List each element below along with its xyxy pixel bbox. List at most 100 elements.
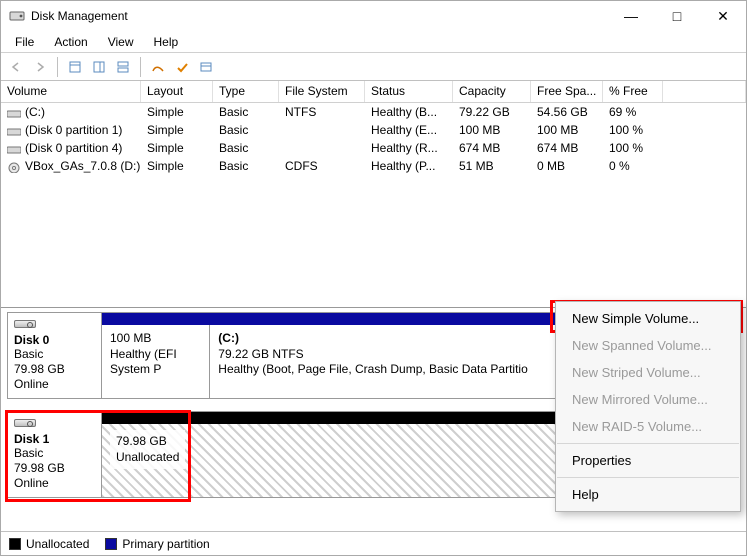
col-capacity[interactable]: Capacity: [453, 81, 531, 102]
cell-pct: 0 %: [603, 159, 663, 173]
partition-color-bar: [102, 313, 210, 325]
cell-fs: CDFS: [279, 159, 365, 173]
cell-type: Basic: [213, 141, 279, 155]
toolbar-button-6[interactable]: [195, 56, 217, 78]
cell-free: 674 MB: [531, 141, 603, 155]
close-button[interactable]: ✕: [700, 1, 746, 31]
menu-help[interactable]: Help: [144, 33, 189, 51]
maximize-button[interactable]: □: [654, 1, 700, 31]
disk-title: Disk 0: [14, 333, 95, 347]
cell-type: Basic: [213, 123, 279, 137]
cell-capacity: 51 MB: [453, 159, 531, 173]
disk-title: Disk 1: [14, 432, 95, 446]
toolbar-separator: [57, 57, 58, 77]
volume-name: VBox_GAs_7.0.8 (D:): [25, 159, 140, 173]
disk-info[interactable]: Disk 0 Basic 79.98 GB Online: [8, 313, 102, 398]
volume-row[interactable]: (C:) Simple Basic NTFS Healthy (B... 79.…: [1, 103, 746, 121]
window-title: Disk Management: [31, 9, 608, 23]
menuitem-new-spanned-volume: New Spanned Volume...: [556, 332, 740, 359]
disk-icon: [14, 320, 36, 328]
minimize-button[interactable]: —: [608, 1, 654, 31]
cell-capacity: 79.22 GB: [453, 105, 531, 119]
col-freespace[interactable]: Free Spa...: [531, 81, 603, 102]
context-menu-separator: [557, 443, 739, 444]
menuitem-properties[interactable]: Properties: [556, 447, 740, 474]
legend-item-primary: Primary partition: [105, 537, 209, 551]
drive-icon: [7, 144, 21, 154]
menuitem-new-striped-volume: New Striped Volume...: [556, 359, 740, 386]
legend: Unallocated Primary partition: [1, 531, 746, 555]
legend-label: Unallocated: [26, 537, 89, 551]
disk-info[interactable]: Disk 1 Basic 79.98 GB Online: [8, 412, 102, 497]
cell-fs: NTFS: [279, 105, 365, 119]
cell-layout: Simple: [141, 123, 213, 137]
cell-status: Healthy (R...: [365, 141, 453, 155]
col-type[interactable]: Type: [213, 81, 279, 102]
drive-icon: [7, 108, 21, 118]
disk-icon: [14, 419, 36, 427]
toolbar: [1, 53, 746, 81]
partition-box[interactable]: 100 MB Healthy (EFI System P: [102, 325, 210, 398]
menuitem-help[interactable]: Help: [556, 481, 740, 508]
cell-pct: 100 %: [603, 123, 663, 137]
cell-status: Healthy (B...: [365, 105, 453, 119]
partition-line2: Healthy (EFI System P: [110, 347, 201, 378]
col-status[interactable]: Status: [365, 81, 453, 102]
col-layout[interactable]: Layout: [141, 81, 213, 102]
cell-status: Healthy (P...: [365, 159, 453, 173]
col-volume[interactable]: Volume: [1, 81, 141, 102]
cell-capacity: 100 MB: [453, 123, 531, 137]
legend-item-unallocated: Unallocated: [9, 537, 89, 551]
app-icon: [9, 8, 25, 24]
menuitem-new-mirrored-volume: New Mirrored Volume...: [556, 386, 740, 413]
col-filesystem[interactable]: File System: [279, 81, 365, 102]
col-spacer: [663, 81, 746, 102]
volume-row[interactable]: VBox_GAs_7.0.8 (D:) Simple Basic CDFS He…: [1, 157, 746, 175]
partition-line2: Unallocated: [116, 450, 179, 466]
toolbar-button-5[interactable]: [171, 56, 193, 78]
back-button[interactable]: [5, 56, 27, 78]
volume-row[interactable]: (Disk 0 partition 1) Simple Basic Health…: [1, 121, 746, 139]
cell-free: 100 MB: [531, 123, 603, 137]
col-pctfree[interactable]: % Free: [603, 81, 663, 102]
cell-type: Basic: [213, 159, 279, 173]
cell-capacity: 674 MB: [453, 141, 531, 155]
toolbar-button-2[interactable]: [88, 56, 110, 78]
menu-action[interactable]: Action: [44, 33, 97, 51]
disk-state: Online: [14, 377, 95, 392]
menu-file[interactable]: File: [5, 33, 44, 51]
cell-pct: 69 %: [603, 105, 663, 119]
forward-button[interactable]: [29, 56, 51, 78]
cell-free: 54.56 GB: [531, 105, 603, 119]
disk-type: Basic: [14, 347, 95, 362]
titlebar: Disk Management — □ ✕: [1, 1, 746, 31]
toolbar-button-1[interactable]: [64, 56, 86, 78]
cell-layout: Simple: [141, 159, 213, 173]
menuitem-new-raid5-volume: New RAID-5 Volume...: [556, 413, 740, 440]
swatch-unallocated: [9, 538, 21, 550]
cell-layout: Simple: [141, 105, 213, 119]
toolbar-button-4[interactable]: [147, 56, 169, 78]
toolbar-separator: [140, 57, 141, 77]
menubar: File Action View Help: [1, 31, 746, 53]
toolbar-button-3[interactable]: [112, 56, 134, 78]
partition-line1: 100 MB: [110, 331, 201, 347]
menuitem-new-simple-volume[interactable]: New Simple Volume...: [556, 305, 740, 332]
volume-name: (Disk 0 partition 4): [25, 141, 122, 155]
disk-size: 79.98 GB: [14, 362, 95, 377]
cell-status: Healthy (E...: [365, 123, 453, 137]
legend-label: Primary partition: [122, 537, 209, 551]
volume-name: (C:): [25, 105, 45, 119]
context-menu-separator: [557, 477, 739, 478]
volume-row[interactable]: (Disk 0 partition 4) Simple Basic Health…: [1, 139, 746, 157]
menu-view[interactable]: View: [98, 33, 144, 51]
partition-line1: 79.98 GB: [116, 434, 179, 450]
volume-name: (Disk 0 partition 1): [25, 123, 122, 137]
disk-size: 79.98 GB: [14, 461, 95, 476]
cell-free: 0 MB: [531, 159, 603, 173]
disc-icon: [7, 162, 21, 172]
context-menu: New Simple Volume... New Spanned Volume.…: [555, 301, 741, 512]
column-headers: Volume Layout Type File System Status Ca…: [1, 81, 746, 103]
cell-layout: Simple: [141, 141, 213, 155]
volume-list: (C:) Simple Basic NTFS Healthy (B... 79.…: [1, 103, 746, 175]
